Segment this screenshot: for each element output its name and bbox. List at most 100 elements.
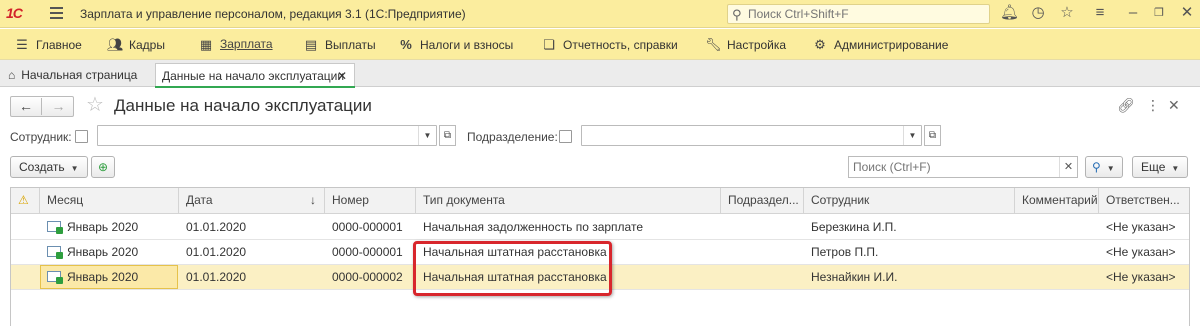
cell-responsible: <Не указан> bbox=[1106, 245, 1176, 259]
employee-filter-checkbox[interactable] bbox=[75, 130, 88, 143]
column-header-number[interactable]: Номер bbox=[325, 188, 416, 214]
column-header-month[interactable]: Месяц bbox=[40, 188, 179, 214]
cell-number: 0000-000001 bbox=[332, 220, 403, 234]
create-copy-button[interactable]: ⊕ bbox=[91, 156, 115, 178]
chevron-down-icon: ▼ bbox=[1106, 164, 1115, 173]
cell-employee: Березкина И.П. bbox=[811, 220, 897, 234]
hamburger-icon[interactable] bbox=[50, 7, 63, 19]
cell-department bbox=[721, 265, 728, 289]
close-form-icon[interactable]: ✕ bbox=[1168, 97, 1180, 114]
minimize-icon[interactable]: – bbox=[1124, 5, 1142, 21]
app-logo: 1С bbox=[6, 5, 23, 21]
search-icon: ⚲ bbox=[1092, 160, 1101, 174]
menu-icon[interactable]: ≡ bbox=[1091, 5, 1109, 21]
cell-employee: Петров П.П. bbox=[811, 245, 879, 259]
link-icon[interactable]: 🔗︎ bbox=[1117, 97, 1135, 114]
menu-item-payments[interactable]: ▤ Выплаты bbox=[303, 37, 376, 53]
restore-icon[interactable]: ❐ bbox=[1150, 5, 1168, 21]
cell-department bbox=[721, 215, 728, 239]
tab-home[interactable]: ⌂ Начальная страница bbox=[8, 63, 137, 87]
cell-month: Январь 2020 bbox=[40, 240, 138, 264]
department-filter-field[interactable]: ▼ bbox=[581, 125, 922, 146]
cell-number: 0000-000002 bbox=[332, 270, 403, 284]
department-filter-checkbox[interactable] bbox=[559, 130, 572, 143]
column-header-doc-type[interactable]: Тип документа bbox=[416, 188, 721, 214]
bell-icon[interactable]: 🔔︎ bbox=[1000, 5, 1019, 21]
menu-item-hr[interactable]: 👥︎ Кадры bbox=[107, 37, 165, 53]
cell-month: Январь 2020 bbox=[40, 265, 138, 289]
document-icon bbox=[47, 271, 63, 284]
tab-current[interactable]: Данные на начало эксплуатации ✕ bbox=[155, 63, 355, 88]
back-arrow-icon[interactable]: ← bbox=[11, 98, 42, 115]
cell-number: 0000-000001 bbox=[332, 245, 403, 259]
column-header-date[interactable]: Дата ↓ bbox=[179, 188, 325, 214]
table-row[interactable]: Январь 2020 01.01.2020 0000-000001 Начал… bbox=[11, 215, 1189, 240]
home-icon: ⌂ bbox=[8, 68, 16, 82]
menu-item-settings[interactable]: 🔧︎ Настройка bbox=[705, 37, 786, 53]
star-icon[interactable]: ☆ bbox=[86, 94, 104, 116]
hamburger-icon: ☰ bbox=[16, 37, 28, 52]
column-header-department[interactable]: Подраздел... bbox=[721, 188, 804, 214]
menu-item-admin[interactable]: ⚙ Администрирование bbox=[812, 37, 948, 53]
cell-responsible: <Не указан> bbox=[1106, 220, 1176, 234]
add-document-icon: ⊕ bbox=[97, 160, 109, 174]
reports-icon: ❏ bbox=[543, 37, 555, 52]
open-icon[interactable]: ⧉ bbox=[439, 125, 456, 146]
menu-item-main[interactable]: ☰ Главное bbox=[14, 37, 82, 53]
cell-comment bbox=[1015, 240, 1022, 264]
calculator-icon: ▦ bbox=[199, 37, 213, 52]
more-vertical-icon[interactable]: ⋮ bbox=[1146, 97, 1160, 114]
document-icon bbox=[47, 221, 63, 234]
list-icon: ▤ bbox=[304, 37, 318, 52]
page-title: Данные на начало эксплуатации bbox=[114, 96, 372, 115]
cell-doc-type: Начальная задолженность по зарплате bbox=[423, 220, 643, 234]
warning-icon[interactable]: ⚠ bbox=[11, 188, 40, 214]
chevron-down-icon: ▼ bbox=[70, 164, 79, 173]
chevron-down-icon: ▼ bbox=[1171, 164, 1180, 173]
global-search[interactable]: ⚲ bbox=[727, 4, 990, 24]
chevron-down-icon[interactable]: ▼ bbox=[903, 126, 921, 145]
column-header-responsible[interactable]: Ответствен... bbox=[1099, 188, 1189, 214]
employee-filter-field[interactable]: ▼ bbox=[97, 125, 437, 146]
column-header-employee[interactable]: Сотрудник bbox=[804, 188, 1015, 214]
column-header-comment[interactable]: Комментарий bbox=[1015, 188, 1099, 214]
department-filter-label: Подразделение: bbox=[467, 130, 558, 144]
cell-month: Январь 2020 bbox=[40, 215, 138, 239]
wrench-icon: 🔧︎ bbox=[705, 37, 722, 52]
table-header: ⚠ Месяц Дата ↓ Номер Тип документа Подра… bbox=[11, 188, 1189, 214]
close-icon[interactable]: ✕ bbox=[1178, 5, 1196, 21]
cell-date: 01.01.2020 bbox=[186, 220, 247, 234]
list-search[interactable]: ✕ bbox=[848, 156, 1078, 178]
favorites-icon[interactable]: ☆ bbox=[1058, 5, 1076, 21]
open-icon[interactable]: ⧉ bbox=[924, 125, 941, 146]
close-icon[interactable]: ✕ bbox=[337, 69, 347, 83]
users-icon: 👥︎ bbox=[107, 37, 124, 52]
cell-date: 01.01.2020 bbox=[186, 245, 247, 259]
employee-filter-label: Сотрудник: bbox=[10, 130, 72, 144]
cell-department bbox=[721, 240, 728, 264]
title-bar: 1С Зарплата и управление персоналом, ред… bbox=[0, 0, 1200, 28]
app-title: Зарплата и управление персоналом, редакц… bbox=[80, 7, 466, 21]
nav-buttons: ← → bbox=[10, 96, 74, 117]
cell-responsible: <Не указан> bbox=[1106, 270, 1176, 284]
create-button[interactable]: Создать ▼ bbox=[10, 156, 88, 178]
list-search-input[interactable] bbox=[853, 160, 1053, 174]
more-button[interactable]: Еще ▼ bbox=[1132, 156, 1189, 178]
global-search-input[interactable] bbox=[748, 7, 978, 21]
menu-item-salary[interactable]: ▦ Зарплата bbox=[198, 37, 273, 53]
sort-arrow-icon: ↓ bbox=[310, 193, 316, 207]
menu-item-reports[interactable]: ❏ Отчетность, справки bbox=[541, 37, 678, 53]
percent-icon: % bbox=[400, 37, 412, 52]
gear-icon: ⚙ bbox=[814, 37, 826, 52]
clear-icon[interactable]: ✕ bbox=[1059, 157, 1077, 177]
main-menu: ☰ Главное 👥︎ Кадры ▦ Зарплата ▤ Выплаты % Нал… bbox=[0, 29, 1200, 60]
cell-comment bbox=[1015, 265, 1022, 289]
menu-item-taxes[interactable]: % Налоги и взносы bbox=[398, 37, 513, 52]
annotation-highlight bbox=[413, 241, 612, 296]
forward-arrow-icon[interactable]: → bbox=[43, 98, 74, 115]
search-options-button[interactable]: ⚲ ▼ bbox=[1085, 156, 1123, 178]
history-icon[interactable]: ◷ bbox=[1029, 5, 1047, 21]
search-icon: ⚲ bbox=[732, 7, 742, 22]
cell-employee: Незнайкин И.И. bbox=[811, 270, 898, 284]
chevron-down-icon[interactable]: ▼ bbox=[418, 126, 436, 145]
